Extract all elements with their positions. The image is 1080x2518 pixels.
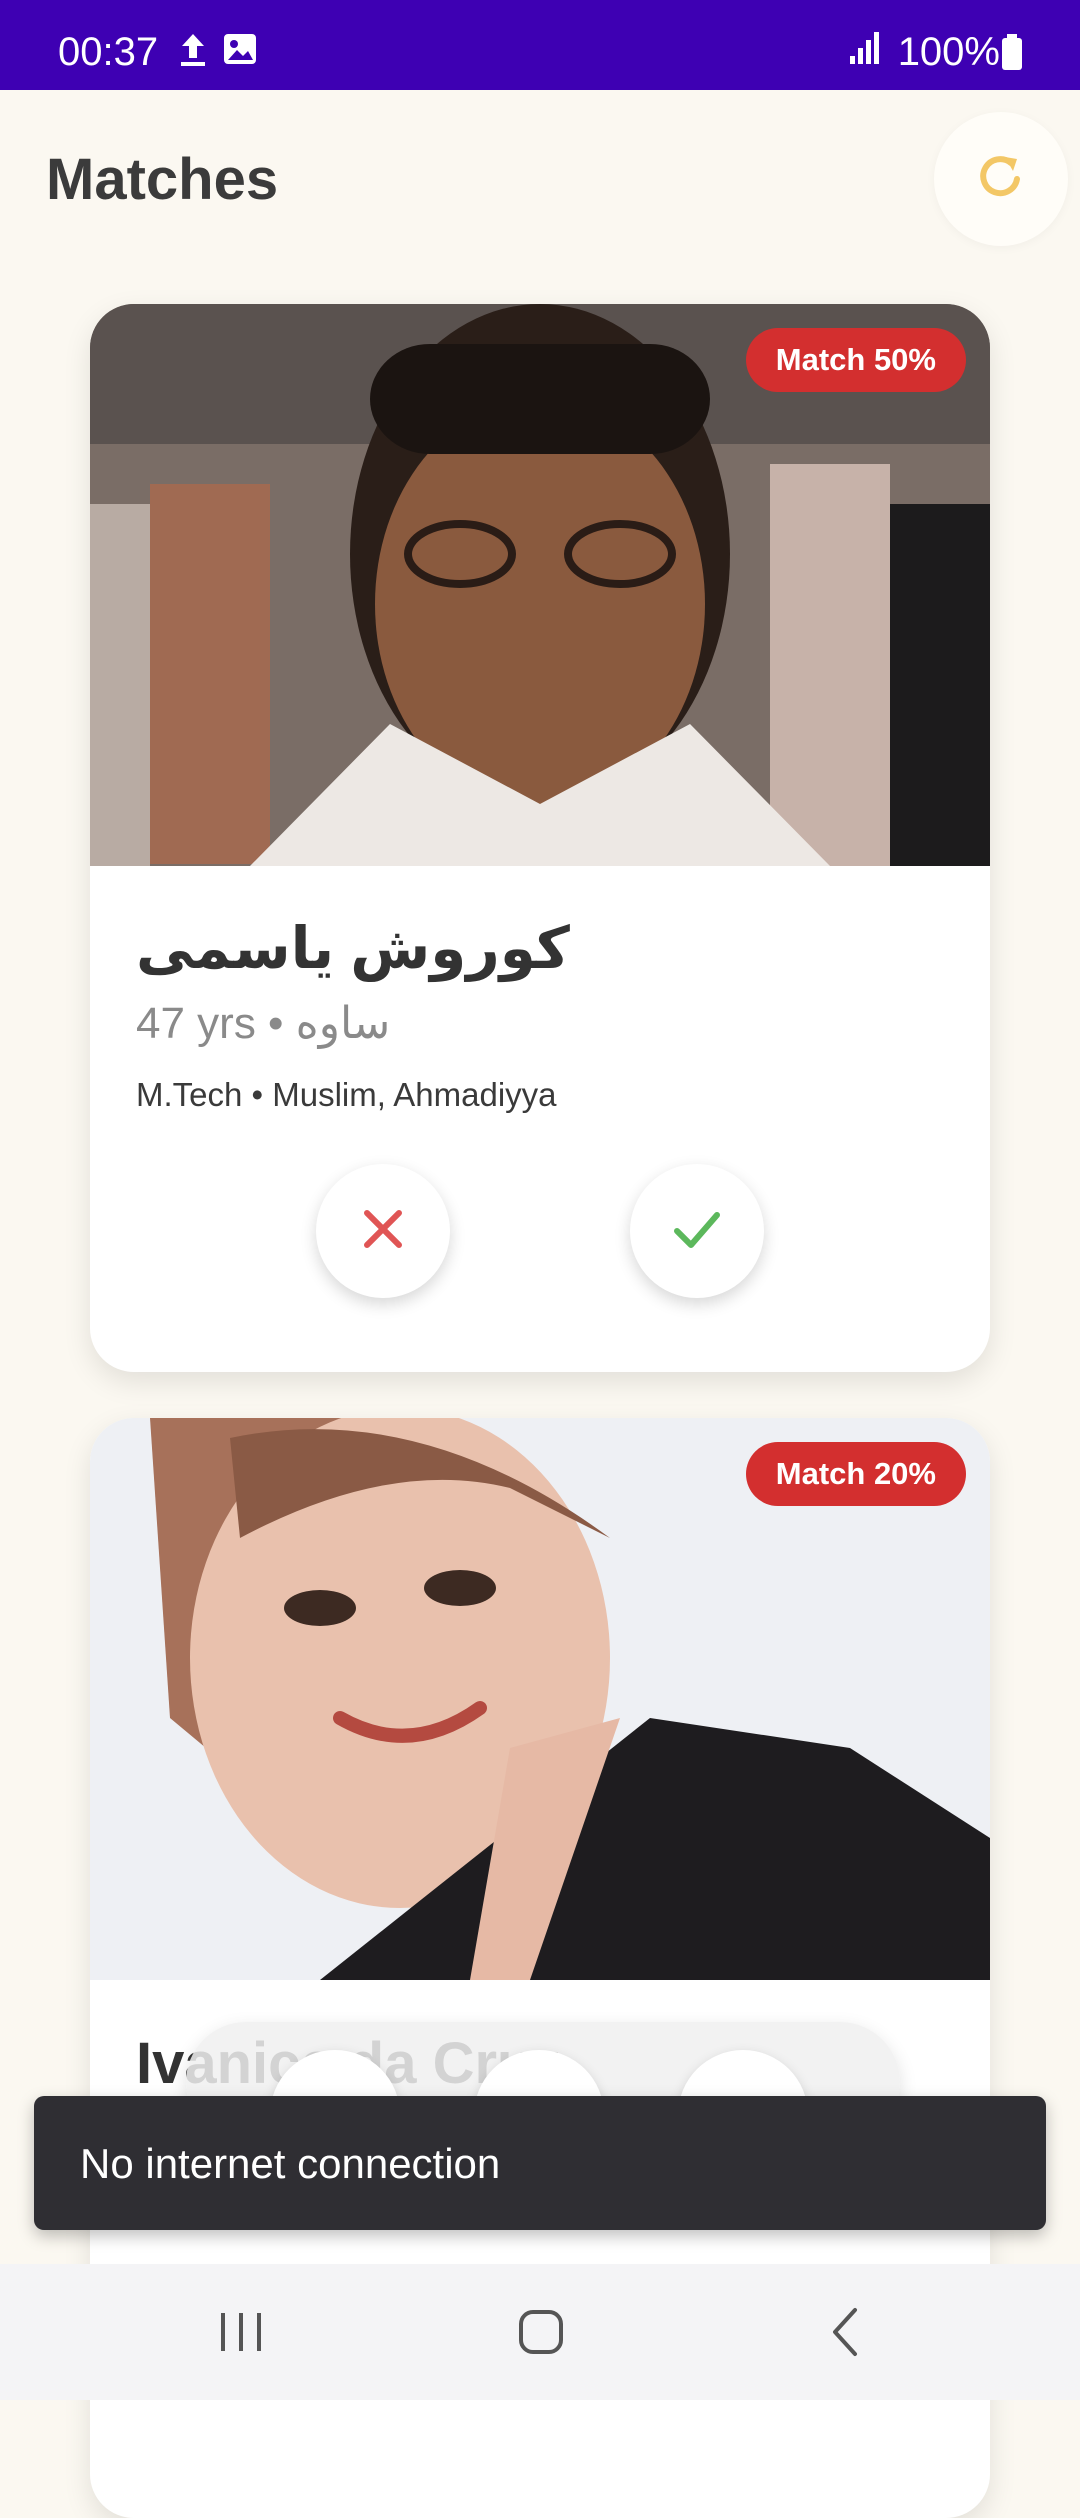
status-time: 00:37 — [58, 30, 159, 74]
profile-name: کوروش یاسمی — [136, 916, 570, 981]
snackbar-message: No internet connection — [80, 2140, 501, 2187]
signal-icon — [848, 30, 882, 71]
back-icon — [823, 2304, 867, 2365]
snackbar: No internet connection — [34, 2096, 1046, 2230]
home-button[interactable] — [486, 2294, 596, 2374]
accept-button[interactable] — [630, 1164, 764, 1298]
refresh-button[interactable] — [934, 112, 1068, 246]
recents-button[interactable] — [186, 2294, 296, 2374]
system-nav-bar — [0, 2264, 1080, 2400]
match-card[interactable]: Match 50% کوروش یاسمی 47 yrs • ساوه M.Te… — [90, 304, 990, 1372]
battery-icon — [1000, 34, 1024, 77]
profile-age-location: 47 yrs • ساوه — [136, 999, 391, 1048]
profile-education-religion: M.Tech • Muslim, Ahmadiyya — [136, 1076, 557, 1113]
match-badge: Match 20% — [745, 1442, 966, 1506]
back-button[interactable] — [790, 2294, 900, 2374]
match-badge: Match 50% — [745, 328, 966, 392]
upload-icon — [176, 30, 210, 75]
refresh-icon — [973, 149, 1029, 210]
page-title: Matches — [46, 147, 279, 212]
close-icon — [359, 1205, 407, 1258]
home-icon — [513, 2304, 569, 2365]
check-icon — [671, 1205, 723, 1258]
reject-button[interactable] — [316, 1164, 450, 1298]
recents-icon — [211, 2307, 271, 2362]
battery-percent: 100% — [897, 30, 1000, 74]
image-icon — [222, 30, 258, 73]
status-bar: 00:37 100% — [0, 0, 1080, 90]
